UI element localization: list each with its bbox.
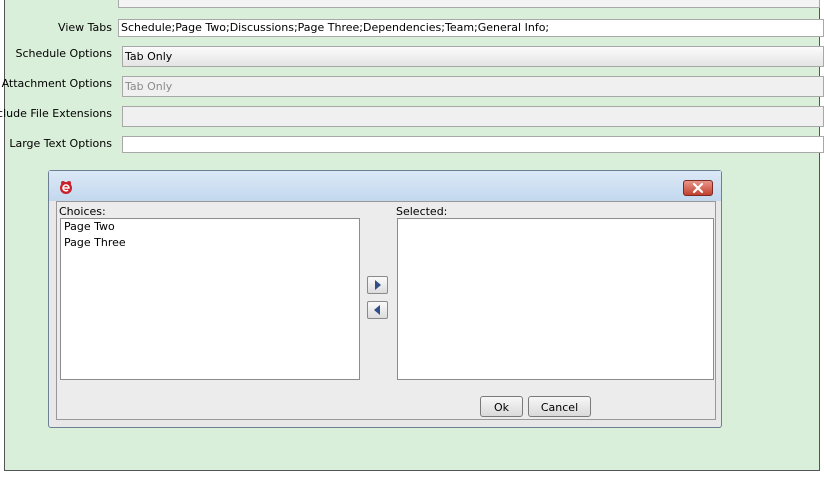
large-text-options-label: Large Text Options	[9, 137, 112, 150]
list-item[interactable]: Page Three	[61, 235, 359, 251]
selected-list[interactable]	[397, 218, 714, 380]
schedule-options-select[interactable]: Tab Only	[122, 46, 824, 67]
view-tabs-field[interactable]: Schedule;Page Two;Discussions;Page Three…	[118, 19, 824, 37]
add-button[interactable]	[367, 276, 388, 294]
top-field[interactable]	[118, 0, 820, 8]
app-logo-icon	[58, 179, 74, 195]
tab-selection-dialog: Choices: Page Two Page Three Selected: Ok…	[48, 170, 722, 428]
close-button[interactable]	[683, 180, 713, 196]
include-file-extensions-label: Include File Extensions	[0, 107, 112, 120]
dialog-content: Choices: Page Two Page Three Selected: Ok…	[56, 201, 716, 420]
list-item[interactable]: Page Two	[61, 219, 359, 235]
choices-label: Choices:	[59, 205, 106, 218]
ok-button[interactable]: Ok	[480, 396, 523, 417]
include-file-extensions-field	[122, 106, 824, 127]
cancel-button[interactable]: Cancel	[528, 396, 591, 417]
remove-button[interactable]	[367, 301, 388, 319]
choices-list[interactable]: Page Two Page Three	[60, 218, 360, 380]
selected-label: Selected:	[396, 205, 448, 218]
attachment-options-select: Tab Only	[122, 76, 824, 97]
schedule-options-label: Schedule Options	[15, 47, 113, 60]
view-tabs-label: View Tabs	[58, 21, 112, 34]
large-text-options-field[interactable]	[122, 136, 824, 153]
attachment-options-label: Attachment Options	[1, 77, 112, 90]
dialog-titlebar[interactable]	[49, 171, 721, 201]
